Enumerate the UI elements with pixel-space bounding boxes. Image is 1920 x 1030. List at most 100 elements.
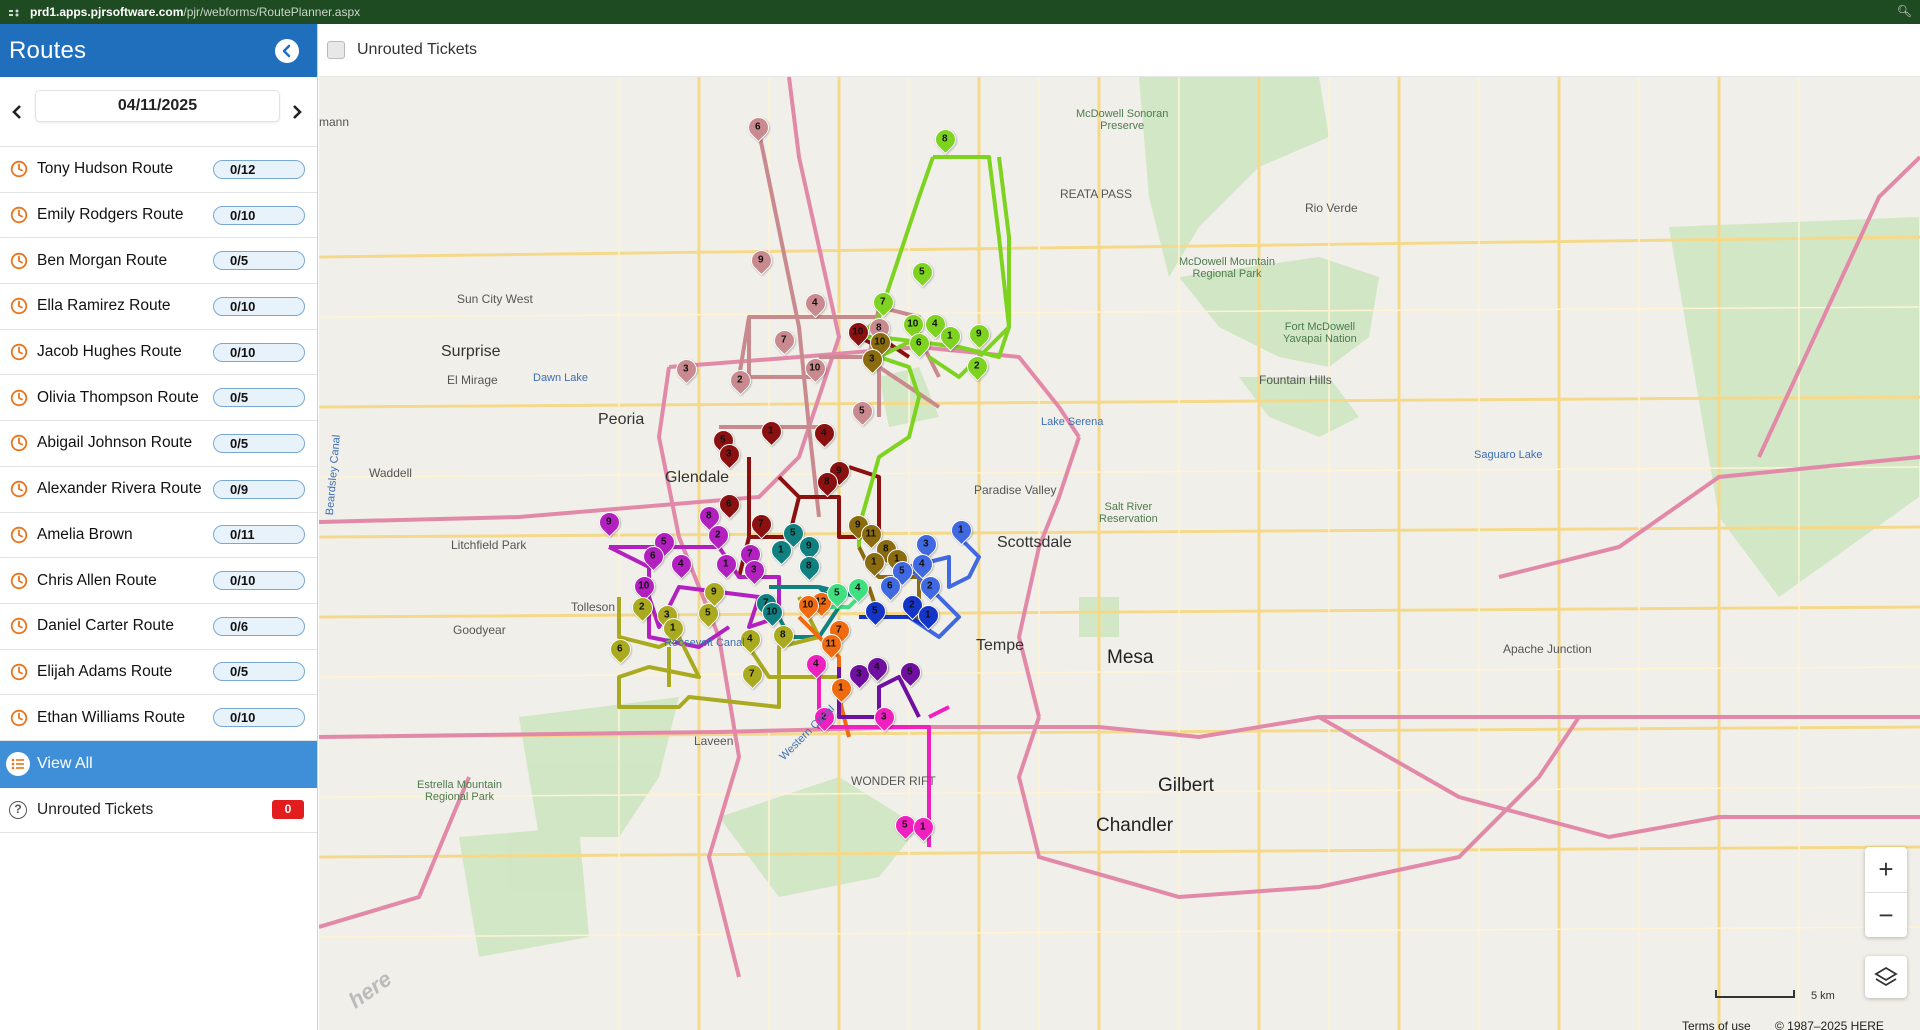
zoom-icon[interactable]: 🔍︎ <box>1897 4 1912 18</box>
chevron-left-icon <box>282 44 291 58</box>
route-name: Tony Hudson Route <box>37 160 174 178</box>
stop-number: 10 <box>852 326 864 338</box>
unrouted-tickets-toggle-label: Unrouted Tickets <box>357 41 478 58</box>
route-name: Olivia Thompson Route <box>37 388 199 406</box>
route-stop-count: 0/10 <box>213 205 305 225</box>
route-item[interactable]: Olivia Thompson Route 0/5 <box>0 375 317 422</box>
stop-number: 9 <box>758 254 764 266</box>
route-map[interactable]: 6 9 4 7 3 2 10 5 8 1 5 3 6 4 9 8 10 7 8 5 7 10 4 1 9 6 2 9 11 8 1 10 3 1 9… <box>319 77 1920 1030</box>
stop-number: 8 <box>706 510 712 522</box>
zoom-in-button[interactable]: + <box>1865 847 1907 892</box>
route-item[interactable]: Alexander Rivera Route 0/9 <box>0 467 317 513</box>
label-waddell: Waddell <box>369 466 412 480</box>
stop-number: 1 <box>670 622 676 634</box>
stop-number: 9 <box>606 516 612 528</box>
stop-number: 2 <box>639 601 645 613</box>
stop-number: 6 <box>650 550 656 562</box>
question-icon: ? <box>9 800 27 819</box>
stop-number: 6 <box>916 337 922 349</box>
clock-icon <box>10 298 28 315</box>
view-all-button[interactable]: View All <box>0 740 317 788</box>
clock-icon <box>10 572 28 589</box>
stop-number: 5 <box>902 819 908 831</box>
route-name: Elijah Adams Route <box>37 662 173 680</box>
stop-number: 1 <box>920 821 926 833</box>
route-item[interactable]: Tony Hudson Route 0/12 <box>0 147 317 193</box>
terms-of-use-link[interactable]: Terms of use <box>1682 1019 1751 1030</box>
route-stop-count: 0/12 <box>213 159 305 179</box>
stop-number: 6 <box>755 121 761 133</box>
clock-icon <box>10 709 28 726</box>
clock-icon <box>10 435 28 452</box>
stop-number: 10 <box>766 606 778 618</box>
label-fort-mcdowell: Fort McDowell Yavapai Nation <box>1283 321 1357 345</box>
chevron-left-icon <box>12 105 21 119</box>
route-item[interactable]: Elijah Adams Route 0/5 <box>0 650 317 696</box>
stop-number: 7 <box>880 296 886 308</box>
stop-number: 2 <box>927 580 933 592</box>
routes-sidebar: Routes 04/11/2025 Tony Hudson Route 0/12 E… <box>0 24 318 1030</box>
route-name: Ella Ramirez Route <box>37 297 171 315</box>
url-host: prd1.apps.pjrsoftware.com <box>30 5 184 19</box>
label-wonder-rift: WONDER RIFT <box>851 774 936 788</box>
label-peoria: Peoria <box>598 411 645 428</box>
route-item[interactable]: Amelia Brown 0/11 <box>0 513 317 559</box>
stop-number: 8 <box>824 476 830 488</box>
unrouted-count-badge: 0 <box>272 800 304 820</box>
stop-number: 3 <box>869 353 875 365</box>
label-mcdowell-mountain: McDowell Mountain Regional Park <box>1179 256 1275 280</box>
clock-icon <box>10 526 28 544</box>
stop-number: 9 <box>976 328 982 340</box>
clock-icon <box>10 161 28 178</box>
route-item[interactable]: Ben Morgan Route 0/5 <box>0 238 317 285</box>
stop-number: 8 <box>806 560 812 572</box>
label-el-mirage: El Mirage <box>447 373 498 387</box>
label-chandler: Chandler <box>1096 815 1174 836</box>
clock-icon <box>10 389 28 406</box>
stop-number: 2 <box>737 374 743 386</box>
label-tolleson: Tolleson <box>571 600 616 614</box>
stop-number: 4 <box>812 297 818 309</box>
route-item[interactable]: Abigail Johnson Route 0/5 <box>0 421 317 467</box>
previous-date-button[interactable] <box>7 101 27 123</box>
browser-url-bar[interactable]: prd1.apps.pjrsoftware.com /pjr/webforms/… <box>0 0 1920 24</box>
stop-number: 10 <box>907 318 919 330</box>
clock-icon <box>10 206 28 224</box>
unrouted-tickets-label: Unrouted Tickets <box>37 800 154 818</box>
zoom-control: + − <box>1865 847 1907 937</box>
label-estrella: Estrella Mountain Regional Park <box>417 779 502 803</box>
route-item[interactable]: Ethan Williams Route 0/10 <box>0 695 317 741</box>
route-item[interactable]: Daniel Carter Route 0/6 <box>0 604 317 650</box>
layers-button[interactable] <box>1865 956 1907 998</box>
route-item[interactable]: Chris Allen Route 0/10 <box>0 558 317 604</box>
zoom-out-button[interactable]: − <box>1865 892 1907 937</box>
stop-number: 7 <box>758 518 764 530</box>
unrouted-tickets-checkbox[interactable] <box>327 41 345 59</box>
stop-number: 7 <box>781 334 787 346</box>
layers-icon <box>1874 966 1898 987</box>
next-date-button[interactable] <box>287 101 307 123</box>
stop-number: 6 <box>887 580 893 592</box>
label-scottsdale: Scottsdale <box>997 534 1072 551</box>
unrouted-tickets-item[interactable]: ? Unrouted Tickets 0 <box>0 788 317 833</box>
label-fountain-hills: Fountain Hills <box>1259 373 1332 387</box>
route-stop-count: 0/11 <box>213 525 305 545</box>
date-field[interactable]: 04/11/2025 <box>35 90 280 122</box>
collapse-sidebar-button[interactable] <box>275 39 299 63</box>
sidebar-header: Routes <box>0 24 317 77</box>
stop-number: 1 <box>871 556 877 568</box>
route-name: Jacob Hughes Route <box>37 343 182 361</box>
stop-number: 10 <box>802 599 814 611</box>
route-item[interactable]: Jacob Hughes Route 0/10 <box>0 330 317 376</box>
view-all-label: View All <box>37 755 93 773</box>
route-name: Daniel Carter Route <box>37 617 174 635</box>
label-goodyear: Goodyear <box>453 623 506 637</box>
site-info-icon[interactable] <box>8 7 20 17</box>
route-item[interactable]: Emily Rodgers Route 0/10 <box>0 193 317 239</box>
label-reata-pass: REATA PASS <box>1060 187 1133 201</box>
label-tempe: Tempe <box>976 637 1025 654</box>
route-item[interactable]: Ella Ramirez Route 0/10 <box>0 284 317 330</box>
stop-number: 4 <box>813 658 819 670</box>
stop-number: 2 <box>715 529 721 541</box>
map-canvas[interactable] <box>319 77 1920 1030</box>
